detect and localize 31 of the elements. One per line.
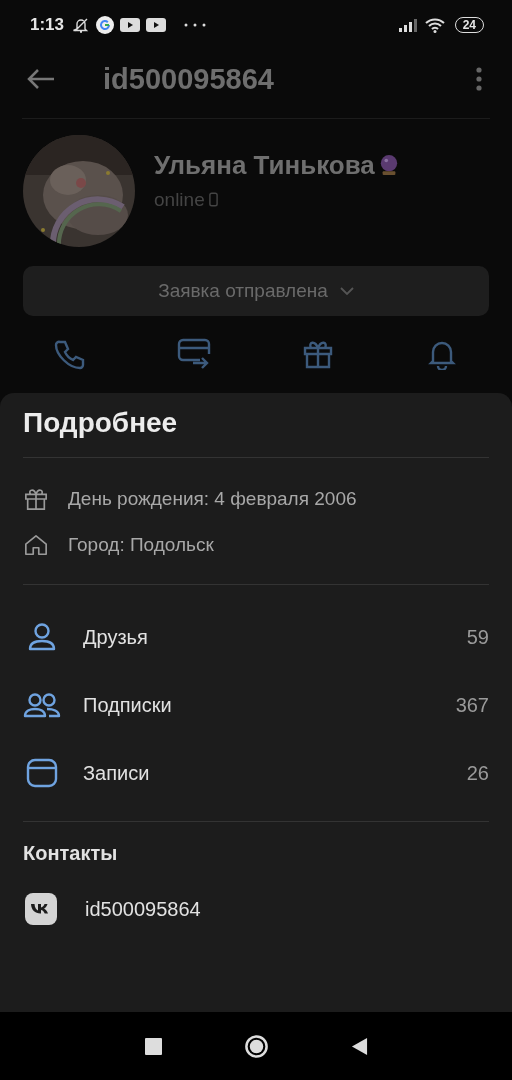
vk-logo-icon xyxy=(25,893,57,925)
wifi-icon xyxy=(424,17,445,33)
back-arrow-icon[interactable] xyxy=(26,67,56,91)
online-status: online xyxy=(154,188,205,211)
recents-icon[interactable] xyxy=(144,1037,162,1055)
phone-icon[interactable] xyxy=(54,338,86,370)
home-icon xyxy=(24,533,48,557)
info-text: Город: Подольск xyxy=(68,534,214,556)
status-time: 1:13 xyxy=(30,15,65,35)
card-arrow-icon[interactable] xyxy=(176,338,212,370)
counter-item[interactable]: Подписки 367 xyxy=(0,671,512,739)
contact-item[interactable]: id500095864 xyxy=(0,877,512,941)
sheet-title: Подробнее xyxy=(22,407,179,440)
menu-dots-icon[interactable] xyxy=(476,67,482,91)
crystal-ball-icon xyxy=(378,154,399,176)
gift-icon xyxy=(24,487,48,511)
counter-item[interactable]: Записи 26 xyxy=(0,739,512,807)
signal-icon xyxy=(398,18,419,32)
page-title: id500095864 xyxy=(103,62,275,96)
info-text: День рождения: 4 февраля 2006 xyxy=(68,488,357,510)
play-icon xyxy=(146,18,167,32)
profile-name: Ульяна Тинькова xyxy=(154,149,375,181)
play-icon xyxy=(120,18,141,32)
back-triangle-icon[interactable] xyxy=(350,1036,368,1056)
more-dots-icon xyxy=(184,23,207,27)
phone-icon xyxy=(208,192,218,207)
counter-item[interactable]: Друзья 59 xyxy=(0,603,512,671)
google-icon xyxy=(96,16,115,34)
home-button-icon[interactable] xyxy=(243,1033,269,1059)
chevron-down-icon xyxy=(339,287,354,295)
section-title: Контакты xyxy=(22,841,119,866)
